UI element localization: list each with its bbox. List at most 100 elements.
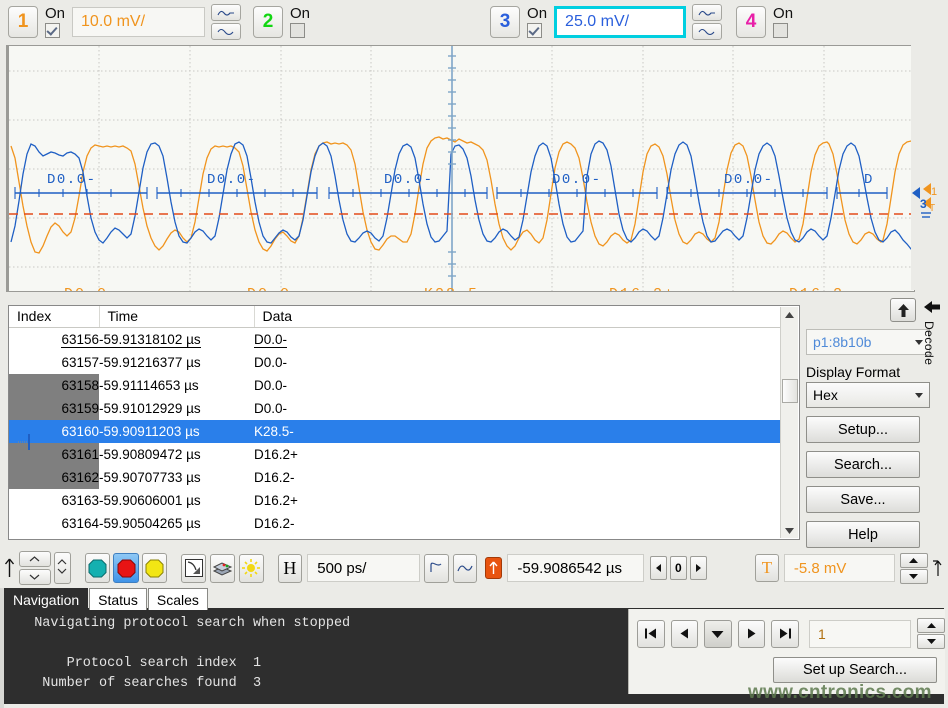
channel-3-scale-field[interactable]: 25.0 mV/	[554, 6, 686, 38]
table-row[interactable]: 63164 -59.90504265 µs D16.2-	[9, 512, 781, 535]
scroll-up-button[interactable]	[781, 307, 798, 323]
table-row[interactable]: 63159 -59.91012929 µs D0.0-	[9, 397, 781, 420]
tab-status[interactable]: Status	[89, 588, 147, 610]
channel-group-2: 2 On	[245, 0, 310, 44]
horizontal-zoom-icon[interactable]	[453, 554, 478, 583]
channel-1-button[interactable]: 1	[8, 6, 38, 38]
scroll-page-down-button[interactable]	[19, 569, 51, 585]
channel-1-scale-value: 10.0 mV/	[81, 13, 145, 31]
stack-icon[interactable]	[210, 554, 235, 583]
horizontal-mode-icon[interactable]	[424, 554, 449, 583]
table-row[interactable]: 63156 -59.91318102 µs D0.0-	[9, 328, 781, 352]
nav-down-button[interactable]	[704, 620, 732, 648]
scroll-down-button[interactable]	[781, 522, 798, 538]
setup-button[interactable]: Setup...	[806, 416, 920, 443]
bus-label-lower-2: K28.5-	[424, 286, 490, 291]
cell-data: D16.2-	[254, 470, 295, 485]
trigger-position-icon[interactable]	[485, 557, 502, 579]
trigger-slope-icon[interactable]	[928, 558, 948, 578]
decode-side-panel: p1:8b10b Display Format Hex Setup... Sea…	[806, 298, 926, 548]
help-button[interactable]: Help	[806, 521, 920, 548]
trigger-level-up-button[interactable]	[900, 553, 928, 568]
channel-3-checkbox[interactable]	[527, 23, 542, 38]
table-scrollbar[interactable]	[780, 307, 798, 538]
intensity-icon[interactable]	[239, 554, 264, 583]
decode-source-select[interactable]: p1:8b10b	[806, 329, 930, 355]
watermark: www.cntronics.com	[748, 682, 932, 704]
stop-button[interactable]	[113, 553, 139, 583]
decode-tab[interactable]: Decode	[922, 300, 944, 400]
scroll-fast-button[interactable]	[54, 552, 71, 584]
delay-field[interactable]: -59.9086542 µs	[507, 554, 643, 582]
save-button[interactable]: Save...	[806, 486, 920, 513]
horizontal-scale-button[interactable]: H	[278, 554, 303, 583]
channel-4-checkbox[interactable]	[773, 23, 788, 38]
tab-navigation[interactable]: Navigation	[4, 588, 88, 610]
trigger-mode-button[interactable]: T	[755, 554, 779, 582]
channel-group-3: 3 On 25.0 mV/	[482, 0, 722, 44]
set-up-search-button[interactable]: Set up Search...	[773, 657, 937, 683]
trigger-prefix: T	[762, 558, 772, 578]
channel-3-button[interactable]: 3	[490, 6, 520, 38]
column-header-index[interactable]: Index	[9, 306, 99, 328]
scrollbar-thumb[interactable]	[782, 379, 798, 403]
timebase-field[interactable]: 500 ps/	[307, 554, 420, 582]
channel-1-scale-field[interactable]: 10.0 mV/	[72, 7, 205, 37]
cursor-up-icon[interactable]	[0, 558, 19, 578]
search-index-up-button[interactable]	[917, 618, 945, 633]
table-row-selected[interactable]: 63160 -59.90911203 µs K28.5-	[9, 420, 781, 443]
waveform-display[interactable]: D0.0- D0.0- D0.0- D0.0- D0.0- D	[6, 45, 915, 292]
trigger-level-down-button[interactable]	[900, 569, 928, 584]
channel-1-dc-coupling-icon[interactable]	[211, 23, 241, 40]
cell-index: 63162	[61, 470, 99, 485]
channel-4-button[interactable]: 4	[736, 6, 766, 38]
column-header-data[interactable]: Data	[254, 306, 781, 328]
channel-1-ac-coupling-icon[interactable]	[211, 4, 241, 21]
search-index-field[interactable]: 1	[809, 620, 911, 648]
horizontal-prefix: H	[283, 558, 296, 579]
trigger-level-field[interactable]: -5.8 mV	[784, 554, 895, 582]
bus-label-upper-2: D0.0-	[384, 172, 434, 188]
cell-index: 63157	[61, 355, 99, 370]
cell-index: 63158	[61, 378, 99, 393]
table-row[interactable]: 63163 -59.90606001 µs D16.2+	[9, 489, 781, 512]
cell-time: -59.90606001 µs	[99, 493, 201, 508]
right-marker-icons[interactable]: 1 3 T	[911, 45, 945, 290]
run-button[interactable]	[85, 553, 111, 583]
search-button[interactable]: Search...	[806, 451, 920, 478]
bottom-tabs: Navigation Status Scales	[4, 588, 209, 610]
bus-label-upper-4: D0.0-	[724, 172, 774, 188]
table-row[interactable]: 63162 -59.90707733 µs D16.2-	[9, 466, 781, 489]
autoscale-icon[interactable]	[181, 554, 206, 583]
channel-2-checkbox[interactable]	[290, 23, 305, 38]
cell-data: D0.0-	[254, 355, 287, 370]
nav-first-button[interactable]	[637, 620, 665, 648]
table-row[interactable]: 63161 -59.90809472 µs D16.2+	[9, 443, 781, 466]
scroll-to-top-button[interactable]	[890, 298, 916, 322]
bus-label-upper-5: D	[864, 172, 874, 188]
channel-1-checkbox[interactable]	[45, 23, 60, 38]
channel-3-waveform-buttons	[692, 4, 722, 40]
scroll-page-up-button[interactable]	[19, 551, 51, 567]
cell-index: 63163	[61, 493, 99, 508]
nav-next-button[interactable]	[738, 620, 766, 648]
table-row[interactable]: 63158 -59.91114653 µs D0.0-	[9, 374, 781, 397]
delay-prev-button[interactable]	[650, 556, 667, 580]
delay-step-value[interactable]: 0	[670, 556, 687, 580]
column-header-time[interactable]: Time	[99, 306, 254, 328]
display-format-select[interactable]: Hex	[806, 382, 930, 408]
delay-next-button[interactable]	[690, 556, 707, 580]
search-index-down-button[interactable]	[917, 634, 945, 649]
table-row[interactable]: 63157 -59.91216377 µs D0.0-	[9, 351, 781, 374]
cell-data: D16.2+	[254, 493, 298, 508]
nav-last-button[interactable]	[771, 620, 799, 648]
nav-previous-button[interactable]	[671, 620, 699, 648]
delay-step-label: 0	[675, 561, 682, 575]
tab-scales[interactable]: Scales	[148, 588, 208, 610]
decode-table[interactable]: Index Time Data 63156 -59.91318102 µs D0…	[8, 305, 800, 540]
channel-3-dc-coupling-icon[interactable]	[692, 23, 722, 40]
cell-time: -59.91216377 µs	[99, 355, 201, 370]
channel-3-ac-coupling-icon[interactable]	[692, 4, 722, 21]
single-button[interactable]	[142, 553, 168, 583]
channel-2-button[interactable]: 2	[253, 6, 283, 38]
